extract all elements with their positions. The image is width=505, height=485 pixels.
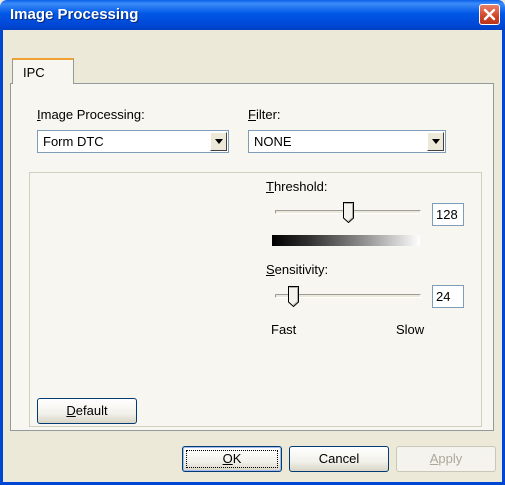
sensitivity-fast-label: Fast — [271, 322, 297, 337]
sensitivity-value-text: 24 — [436, 289, 451, 304]
close-icon — [483, 8, 496, 21]
sensitivity-slow-label: Slow — [396, 322, 425, 337]
image-processing-dialog: Image Processing IPC Image Processing: F… — [0, 0, 505, 485]
threshold-value-input[interactable]: 128 — [432, 203, 464, 226]
window-title: Image Processing — [10, 6, 139, 23]
filter-label: Filter: — [248, 107, 281, 122]
tab-ipc[interactable]: IPC — [12, 58, 74, 84]
focus-rectangle — [186, 450, 278, 468]
close-button[interactable] — [479, 4, 500, 25]
default-button[interactable]: Default — [37, 398, 137, 424]
title-bar[interactable]: Image Processing — [0, 0, 505, 30]
sensitivity-value-input[interactable]: 24 — [432, 285, 464, 308]
filter-dropdown-button[interactable] — [427, 132, 444, 151]
image-processing-select[interactable]: Form DTC — [37, 130, 229, 153]
image-processing-dropdown-button[interactable] — [210, 132, 227, 151]
window-frame-left — [0, 30, 3, 485]
threshold-slider-thumb[interactable] — [342, 202, 354, 223]
threshold-label: Threshold: — [266, 179, 328, 194]
threshold-value-text: 128 — [436, 207, 458, 222]
threshold-gradient-bar — [272, 235, 420, 246]
image-processing-label: Image Processing: — [37, 107, 145, 122]
chevron-down-icon — [432, 139, 440, 144]
apply-button[interactable]: Apply — [396, 446, 496, 472]
cancel-button[interactable]: Cancel — [289, 446, 389, 472]
filter-select[interactable]: NONE — [248, 130, 446, 153]
sensitivity-label: Sensitivity: — [266, 262, 329, 277]
chevron-down-icon — [215, 139, 223, 144]
sensitivity-slider-thumb[interactable] — [287, 286, 299, 307]
image-processing-value: Form DTC — [43, 134, 104, 149]
filter-value: NONE — [254, 134, 292, 149]
ok-button[interactable]: OK — [182, 446, 282, 472]
tab-ipc-label: IPC — [23, 65, 45, 80]
